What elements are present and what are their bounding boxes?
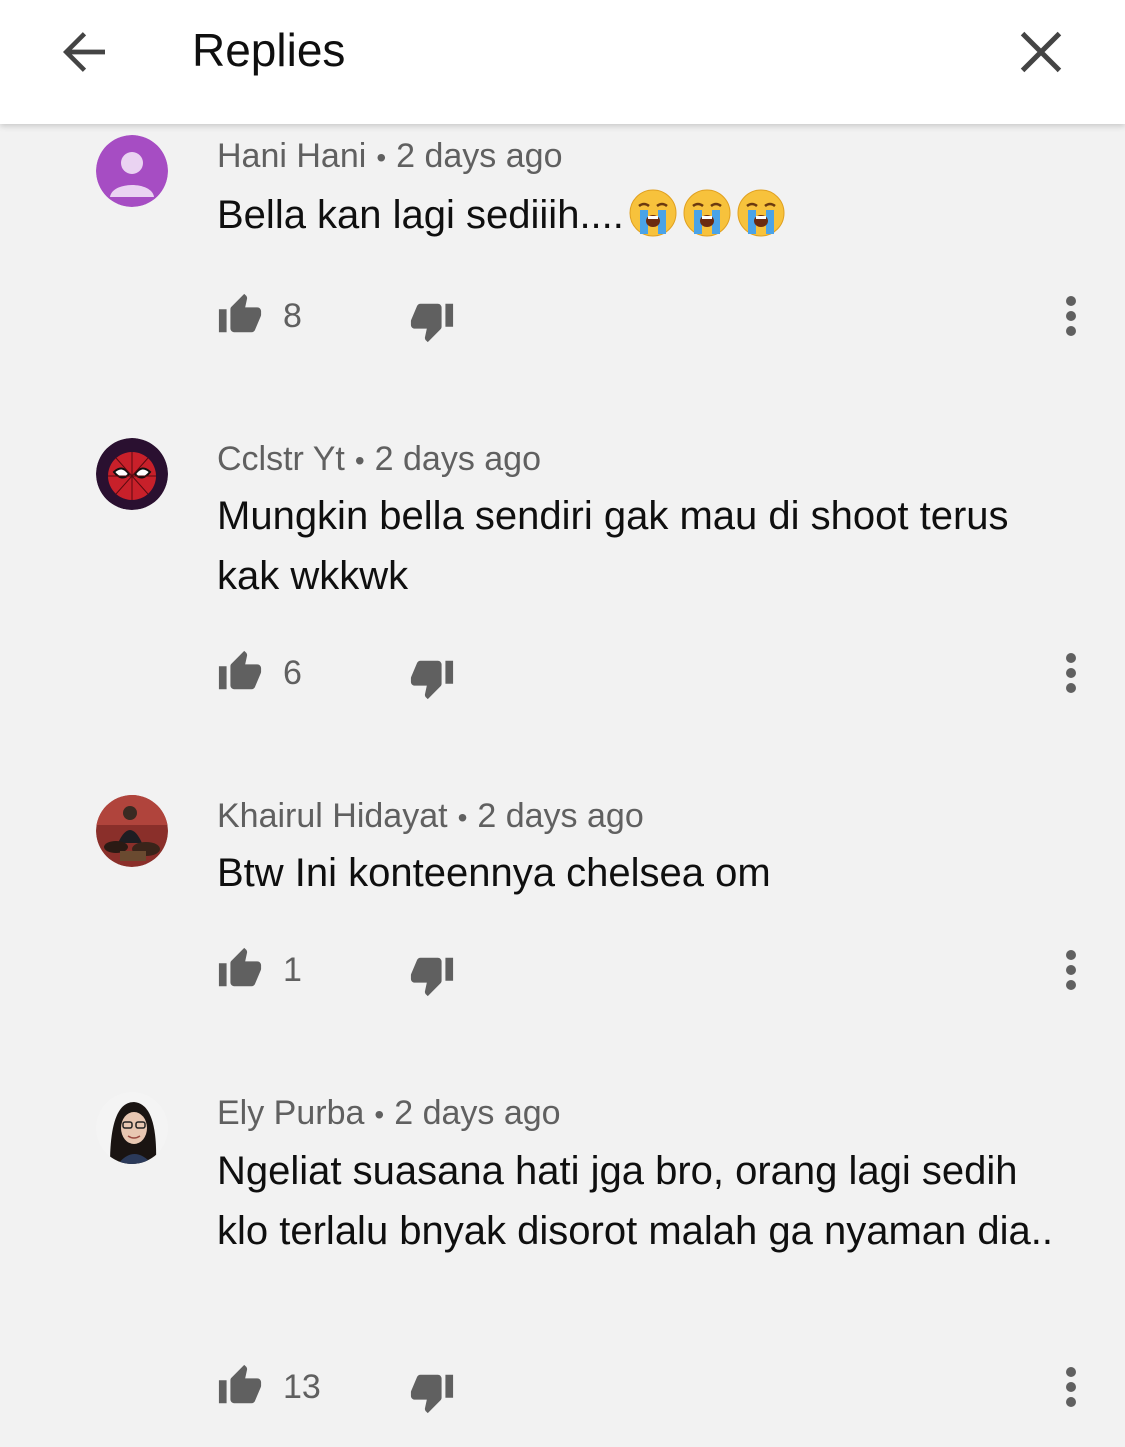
photo-avatar-drummer-icon — [96, 795, 168, 867]
arrow-left-icon — [63, 32, 105, 72]
thumbs-down-icon[interactable] — [409, 1369, 455, 1415]
comment-text: Ngeliat suasana hati jga bro, orang lagi… — [217, 1149, 1054, 1253]
more-options-button[interactable] — [1051, 643, 1091, 703]
more-vert-icon — [1066, 1367, 1076, 1407]
default-person-avatar-icon — [96, 135, 168, 207]
like-count: 1 — [283, 951, 302, 989]
avatar[interactable] — [96, 438, 168, 510]
crying-face-emoji-icon — [737, 189, 785, 237]
comment-time: 2 days ago — [477, 797, 644, 835]
like-count: 6 — [283, 654, 302, 692]
meta-separator: • — [376, 142, 387, 173]
comment-text: Mungkin bella sendiri gak mau di shoot t… — [217, 494, 1009, 598]
comment-author[interactable]: Cclstr Yt — [217, 440, 345, 478]
comment-author[interactable]: Hani Hani — [217, 137, 366, 175]
close-icon — [1020, 31, 1062, 73]
meta-separator: • — [374, 1099, 385, 1130]
thumbs-up-icon[interactable] — [217, 1363, 263, 1409]
thumbs-up-icon[interactable] — [217, 946, 263, 992]
comment-text: Bella kan lagi sediiih.... — [217, 185, 1077, 245]
avatar[interactable] — [96, 135, 168, 207]
thumbs-up-icon[interactable] — [217, 292, 263, 338]
comment-actions: 13 — [217, 1357, 1097, 1417]
comment-meta: Ely Purba • 2 days ago — [217, 1093, 561, 1135]
photo-avatar-woman-icon — [96, 1092, 168, 1164]
more-options-button[interactable] — [1051, 940, 1091, 1000]
back-button[interactable] — [48, 22, 120, 82]
thumbs-up-icon[interactable] — [217, 649, 263, 695]
comment-author[interactable]: Ely Purba — [217, 1094, 364, 1132]
comment-time: 2 days ago — [394, 1094, 561, 1132]
comment-author[interactable]: Khairul Hidayat — [217, 797, 448, 835]
comment-meta: Hani Hani • 2 days ago — [217, 136, 562, 178]
comment-meta: Khairul Hidayat • 2 days ago — [217, 796, 644, 838]
avatar[interactable] — [96, 795, 168, 867]
page-title: Replies — [192, 24, 346, 76]
comment-text-content: Bella kan lagi sediiih.... — [217, 193, 624, 237]
avatar[interactable] — [96, 1092, 168, 1164]
more-options-button[interactable] — [1051, 1357, 1091, 1417]
spiderman-avatar-icon — [96, 438, 168, 510]
crying-face-emoji-icon — [683, 189, 731, 237]
thumbs-down-icon[interactable] — [409, 298, 455, 344]
more-vert-icon — [1066, 653, 1076, 693]
replies-header: Replies — [0, 0, 1125, 124]
crying-face-emoji-icon — [629, 189, 677, 237]
like-count: 13 — [283, 1368, 321, 1406]
comment-time: 2 days ago — [396, 137, 563, 175]
comment-actions: 6 — [217, 643, 1097, 703]
like-count: 8 — [283, 297, 302, 335]
thumbs-down-icon[interactable] — [409, 655, 455, 701]
more-vert-icon — [1066, 296, 1076, 336]
close-button[interactable] — [1008, 22, 1074, 82]
meta-separator: • — [354, 445, 365, 476]
more-options-button[interactable] — [1051, 286, 1091, 346]
comment-meta: Cclstr Yt • 2 days ago — [217, 439, 541, 481]
meta-separator: • — [457, 802, 468, 833]
comment-text: Btw Ini konteennya chelsea om — [217, 851, 771, 895]
comment-actions: 8 — [217, 286, 1097, 346]
thumbs-down-icon[interactable] — [409, 952, 455, 998]
comment-time: 2 days ago — [374, 440, 542, 478]
more-vert-icon — [1066, 950, 1076, 990]
comment-actions: 1 — [217, 940, 1097, 1000]
